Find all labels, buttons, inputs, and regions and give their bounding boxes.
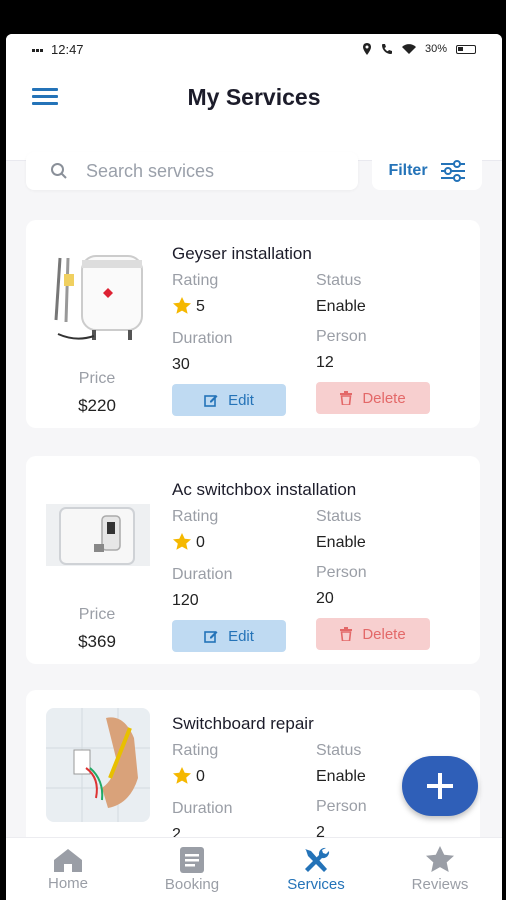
price-label: Price xyxy=(78,606,116,623)
search-bar[interactable] xyxy=(26,152,358,190)
home-icon xyxy=(54,848,82,872)
delete-label: Delete xyxy=(362,389,406,407)
add-service-button[interactable] xyxy=(402,756,478,816)
edit-label: Edit xyxy=(228,391,254,409)
status-bar: 12:47 30% xyxy=(6,34,502,64)
delete-button[interactable]: Delete xyxy=(316,618,430,650)
trash-icon xyxy=(340,627,353,641)
wifi-icon xyxy=(401,43,416,54)
app-header: My Services xyxy=(6,64,502,161)
duration-label: Duration xyxy=(172,800,233,817)
star-icon xyxy=(173,297,191,314)
price-value: $220 xyxy=(78,396,116,415)
water-heater-image xyxy=(46,250,150,350)
page-title: My Services xyxy=(187,84,321,110)
delete-button[interactable]: Delete xyxy=(316,382,430,414)
call-icon xyxy=(381,44,392,54)
rating-value: 0 xyxy=(196,768,205,785)
trash-icon xyxy=(340,391,353,405)
service-card: Price $220 Geyser installation Rating St… xyxy=(26,220,480,428)
signal-icon xyxy=(32,46,43,52)
nav-label: Services xyxy=(287,875,345,893)
status-value: Enable xyxy=(316,534,366,551)
person-label: Person xyxy=(316,798,367,815)
person-value: 12 xyxy=(316,354,334,371)
edit-label: Edit xyxy=(228,627,254,645)
search-icon xyxy=(51,163,67,179)
status-value: Enable xyxy=(316,298,366,315)
battery-icon xyxy=(456,44,476,54)
service-card: Price $369 Ac switchbox installation Rat… xyxy=(26,456,480,664)
nav-booking[interactable]: Booking xyxy=(130,838,254,900)
status-label: Status xyxy=(316,272,362,289)
battery-percent: 30% xyxy=(424,43,447,55)
booking-icon xyxy=(180,846,204,873)
rating-label: Rating xyxy=(172,508,219,525)
status-label: Status xyxy=(316,742,362,759)
star-icon xyxy=(173,533,191,550)
service-name: Ac switchbox installation xyxy=(172,480,357,499)
rating-value: 5 xyxy=(196,298,205,315)
switchboard-repair-image xyxy=(46,708,150,822)
search-input[interactable] xyxy=(84,159,328,183)
duration-label: Duration xyxy=(172,330,233,347)
status-value: Enable xyxy=(316,768,366,785)
app-screen: 12:47 30% My Services Filter xyxy=(6,34,502,900)
rating-label: Rating xyxy=(172,272,219,289)
nav-home[interactable]: Home xyxy=(6,838,130,900)
tools-icon xyxy=(305,847,330,872)
filter-button[interactable]: Filter xyxy=(372,152,482,190)
nav-label: Reviews xyxy=(411,875,469,893)
duration-value: 30 xyxy=(172,356,190,373)
nav-services[interactable]: Services xyxy=(254,838,378,900)
price-value: $369 xyxy=(78,632,116,651)
rating-value: 0 xyxy=(196,534,205,551)
services-list[interactable]: Price $220 Geyser installation Rating St… xyxy=(6,210,502,838)
star-icon xyxy=(173,767,191,784)
bottom-nav: Home Booking Services Reviews xyxy=(6,837,502,900)
nav-label: Booking xyxy=(164,875,220,893)
star-icon xyxy=(426,845,454,872)
nav-reviews[interactable]: Reviews xyxy=(378,838,502,900)
service-name: Switchboard repair xyxy=(172,714,314,733)
sliders-icon xyxy=(440,160,465,182)
rating-label: Rating xyxy=(172,742,219,759)
edit-button[interactable]: Edit xyxy=(172,384,286,416)
person-value: 2 xyxy=(316,824,325,838)
plus-icon xyxy=(427,773,453,799)
person-label: Person xyxy=(316,328,367,345)
switchbox-image xyxy=(46,504,150,566)
duration-value: 120 xyxy=(172,592,199,609)
filter-label: Filter xyxy=(388,162,428,179)
service-name: Geyser installation xyxy=(172,244,312,263)
status-label: Status xyxy=(316,508,362,525)
status-time: 12:47 xyxy=(51,41,84,57)
price-label: Price xyxy=(78,370,116,387)
person-label: Person xyxy=(316,564,367,581)
delete-label: Delete xyxy=(362,625,406,643)
edit-icon xyxy=(204,395,218,407)
location-icon xyxy=(362,43,371,55)
duration-label: Duration xyxy=(172,566,233,583)
person-value: 20 xyxy=(316,590,334,607)
edit-icon xyxy=(204,631,218,643)
edit-button[interactable]: Edit xyxy=(172,620,286,652)
nav-label: Home xyxy=(47,874,88,892)
